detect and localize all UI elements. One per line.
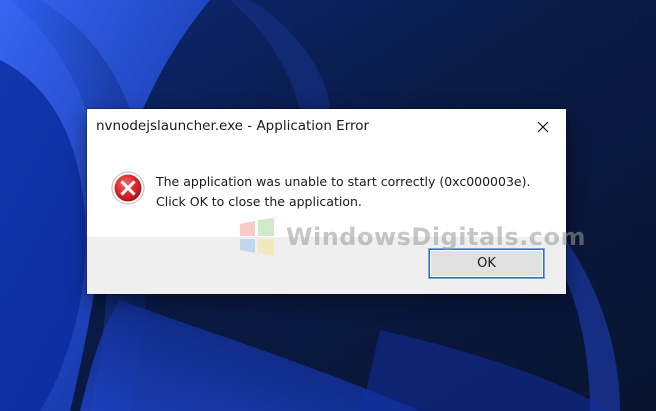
dialog-footer: OK [87, 237, 566, 294]
dialog-content: The application was unable to start corr… [87, 145, 566, 237]
title-bar: nvnodejslauncher.exe - Application Error [87, 109, 566, 145]
close-button[interactable] [520, 109, 566, 145]
ok-button[interactable]: OK [429, 249, 544, 278]
close-icon [537, 121, 549, 133]
error-dialog: nvnodejslauncher.exe - Application Error… [87, 109, 566, 294]
error-icon [111, 171, 145, 205]
dialog-title: nvnodejslauncher.exe - Application Error [96, 118, 370, 134]
error-message: The application was unable to start corr… [156, 174, 531, 209]
